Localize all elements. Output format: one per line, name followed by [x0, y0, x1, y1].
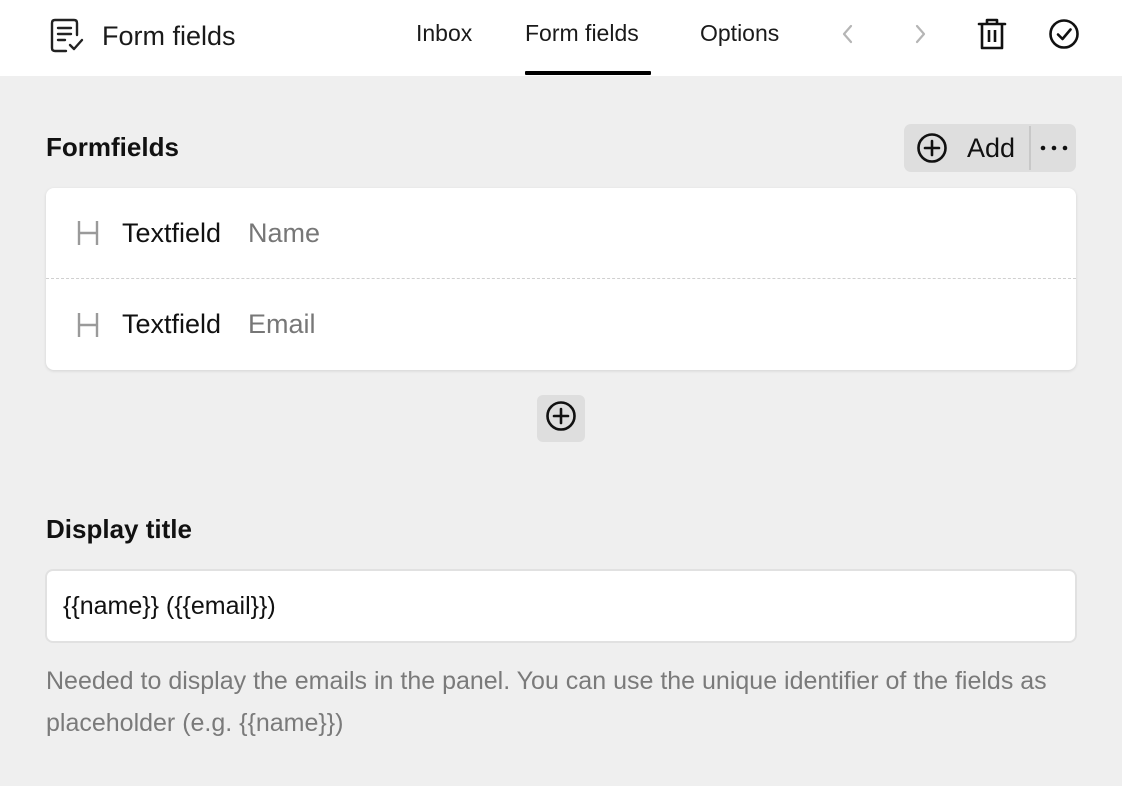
more-dots-icon: [1039, 139, 1069, 157]
active-tab-indicator: [525, 71, 651, 75]
heading-icon: [74, 217, 102, 249]
trash-icon: [976, 17, 1008, 56]
list-item-email-field[interactable]: Textfield Email: [46, 279, 1076, 370]
field-type: Textfield: [122, 309, 222, 339]
formfields-heading: Formfields: [46, 132, 179, 162]
display-title-heading: Display title: [46, 514, 192, 544]
tab-form-fields[interactable]: Form fields: [525, 20, 639, 76]
heading-icon: [74, 309, 102, 341]
delete-button[interactable]: [972, 16, 1012, 56]
add-button-group: Add: [904, 124, 1076, 172]
add-field-inline-button[interactable]: [537, 395, 585, 442]
page-title-area: Form fields: [48, 16, 236, 56]
check-circle-icon: [1048, 18, 1080, 55]
formfields-list: Textfield Name Textfield Email: [46, 188, 1076, 370]
add-field-button[interactable]: Add: [904, 124, 1029, 172]
display-title-help: Needed to display the emails in the pane…: [46, 667, 1047, 737]
field-type: Textfield: [122, 217, 222, 248]
chevron-left-icon: [838, 22, 858, 51]
field-label: Email: [248, 309, 316, 339]
top-header: Form fields Inbox Form fields Options: [0, 0, 1122, 76]
form-checklist-icon: [48, 17, 86, 55]
field-label: Name: [248, 217, 321, 248]
tab-inbox[interactable]: Inbox: [416, 20, 472, 76]
plus-circle-icon: [916, 132, 948, 164]
next-button[interactable]: [900, 16, 940, 56]
display-title-input[interactable]: [45, 569, 1077, 643]
previous-button[interactable]: [828, 16, 868, 56]
list-item-name-field[interactable]: Textfield Name: [46, 188, 1076, 279]
chevron-right-icon: [910, 22, 930, 51]
page-title: Form fields: [102, 20, 236, 51]
add-field-label: Add: [967, 132, 1016, 163]
confirm-button[interactable]: [1044, 16, 1084, 56]
plus-circle-icon: [545, 400, 577, 437]
tab-options[interactable]: Options: [700, 20, 779, 76]
more-options-button[interactable]: [1031, 124, 1076, 172]
